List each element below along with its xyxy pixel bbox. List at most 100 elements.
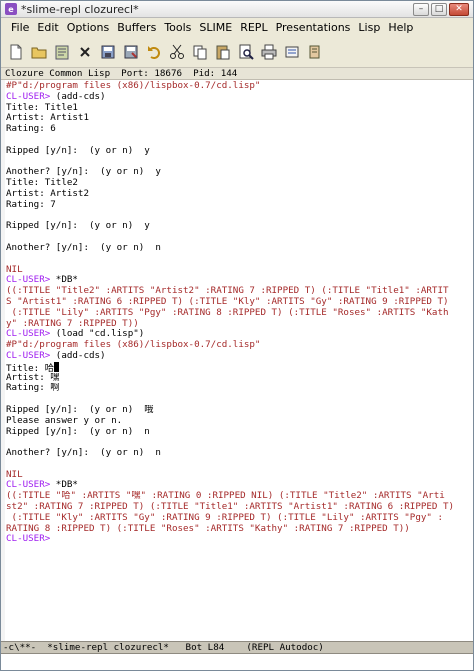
repl-line: Another? [y/n]: (y or n) y	[6, 167, 472, 178]
repl-line: st2" :RATING 7 :RIPPED T) (:TITLE "Title…	[6, 502, 472, 513]
menu-presentations[interactable]: Presentations	[272, 21, 355, 34]
open-folder-icon[interactable]	[29, 42, 49, 62]
repl-input: Please answer y or n.	[6, 415, 123, 426]
undo-icon[interactable]	[144, 42, 164, 62]
menu-lisp[interactable]: Lisp	[354, 21, 384, 34]
repl-input: Ripped [y/n]: (y or n) y	[6, 145, 150, 156]
repl-input: Ripped [y/n]: (y or n) 哦	[6, 404, 154, 415]
text-cursor	[53, 361, 59, 372]
repl-prompt: CL-USER>	[6, 91, 56, 102]
repl-line: CL-USER>	[6, 534, 472, 545]
repl-line	[6, 211, 472, 222]
repl-line: #P"d:/program files (x86)/lispbox-0.7/cd…	[6, 340, 472, 351]
repl-line: y" :RATING 7 :RIPPED T))	[6, 319, 472, 330]
repl-line	[6, 459, 472, 470]
repl-output: y" :RATING 7 :RIPPED T))	[6, 318, 139, 329]
repl-prompt: CL-USER>	[6, 329, 56, 340]
repl-input: Another? [y/n]: (y or n) n	[6, 448, 161, 459]
repl-input: *DB*	[55, 275, 78, 286]
minibuffer[interactable]	[1, 654, 473, 670]
menu-tools[interactable]: Tools	[160, 21, 195, 34]
left-fringe	[1, 80, 5, 641]
repl-line: Rating: 7	[6, 200, 472, 211]
window-title: *slime-repl clozurecl*	[21, 2, 139, 16]
repl-line: CL-USER> *DB*	[6, 480, 472, 491]
repl-line: Title: 哈	[6, 361, 472, 373]
minimize-button[interactable]: –	[413, 3, 429, 16]
repl-line: CL-USER> (add-cds)	[6, 351, 472, 362]
menu-file[interactable]: File	[7, 21, 33, 34]
save-as-icon[interactable]	[121, 42, 141, 62]
repl-line: S "Artist1" :RATING 6 :RIPPED T) (:TITLE…	[6, 297, 472, 308]
repl-line: CL-USER> (load "cd.lisp")	[6, 329, 472, 340]
repl-output: (:TITLE "Kly" :ARTITS "Gy" :RATING 9 :RI…	[6, 512, 443, 523]
toolbar	[1, 36, 473, 68]
repl-output: #P"d:/program files (x86)/lispbox-0.7/cd…	[6, 81, 261, 91]
repl-line: (:TITLE "Kly" :ARTITS "Gy" :RATING 9 :RI…	[6, 513, 472, 524]
repl-text[interactable]: #P"d:/program files (x86)/lispbox-0.7/cd…	[6, 81, 472, 545]
repl-input: Title: 哈	[6, 362, 54, 373]
repl-output: NIL	[6, 264, 23, 275]
new-file-icon[interactable]	[6, 42, 26, 62]
repl-input: Another? [y/n]: (y or n) n	[6, 242, 161, 253]
repl-line	[6, 254, 472, 265]
repl-line: #P"d:/program files (x86)/lispbox-0.7/cd…	[6, 81, 472, 92]
repl-line: Please answer y or n.	[6, 416, 472, 427]
save-icon[interactable]	[98, 42, 118, 62]
repl-input: (load "cd.lisp")	[55, 329, 145, 340]
repl-output: ((:TITLE "Title2" :ARTITS "Artist2" :RAT…	[6, 286, 449, 297]
repl-input: Artist: 嘿	[6, 372, 60, 383]
menu-options[interactable]: Options	[63, 21, 113, 34]
repl-output: S "Artist1" :RATING 6 :RIPPED T) (:TITLE…	[6, 296, 449, 307]
cut-icon[interactable]	[167, 42, 187, 62]
repl-line: Ripped [y/n]: (y or n) y	[6, 146, 472, 157]
repl-input: Title: Title1	[6, 102, 78, 113]
menu-repl[interactable]: REPL	[236, 21, 271, 34]
repl-input: Artist: Artist2	[6, 188, 89, 199]
help-icon[interactable]	[305, 42, 325, 62]
menu-edit[interactable]: Edit	[33, 21, 62, 34]
repl-line: Another? [y/n]: (y or n) n	[6, 448, 472, 459]
repl-input: Another? [y/n]: (y or n) y	[6, 167, 161, 178]
menu-buffers[interactable]: Buffers	[113, 21, 160, 34]
repl-line: RATING 8 :RIPPED T) (:TITLE "Roses" :ART…	[6, 524, 472, 535]
search-icon[interactable]	[236, 42, 256, 62]
menu-slime[interactable]: SLIME	[195, 21, 236, 34]
repl-line: Artist: Artist2	[6, 189, 472, 200]
repl-line	[6, 157, 472, 168]
mode-line: -c\**- *slime-repl clozurecl* Bot L84 (R…	[1, 641, 473, 654]
print-icon[interactable]	[259, 42, 279, 62]
repl-output: st2" :RATING 7 :RIPPED T) (:TITLE "Title…	[6, 502, 455, 513]
repl-line: Ripped [y/n]: (y or n) n	[6, 427, 472, 438]
repl-line: CL-USER> (add-cds)	[6, 92, 472, 103]
repl-prompt: CL-USER>	[6, 275, 56, 286]
repl-buffer[interactable]: #P"d:/program files (x86)/lispbox-0.7/cd…	[1, 80, 473, 641]
close-icon[interactable]	[75, 42, 95, 62]
repl-line: Title: Title1	[6, 103, 472, 114]
repl-line: Rating: 啊	[6, 383, 472, 394]
copy-icon[interactable]	[190, 42, 210, 62]
repl-line: (:TITLE "Lily" :ARTITS "Pgy" :RATING 8 :…	[6, 308, 472, 319]
menu-help[interactable]: Help	[384, 21, 417, 34]
emacs-window: e *slime-repl clozurecl* – □ ✕ File Edit…	[0, 0, 474, 671]
title-bar[interactable]: e *slime-repl clozurecl* – □ ✕	[1, 1, 473, 18]
maximize-button[interactable]: □	[431, 3, 447, 16]
repl-line: Ripped [y/n]: (y or n) 哦	[6, 405, 472, 416]
repl-line	[6, 135, 472, 146]
repl-line	[6, 232, 472, 243]
close-button[interactable]: ✕	[449, 3, 469, 16]
repl-line: Ripped [y/n]: (y or n) y	[6, 221, 472, 232]
repl-output: (:TITLE "Lily" :ARTITS "Pgy" :RATING 8 :…	[6, 307, 449, 318]
repl-line: CL-USER> *DB*	[6, 275, 472, 286]
repl-line: NIL	[6, 265, 472, 276]
paste-icon[interactable]	[213, 42, 233, 62]
repl-line: Title: Title2	[6, 178, 472, 189]
menu-bar: File Edit Options Buffers Tools SLIME RE…	[1, 18, 473, 36]
repl-line: ((:TITLE "哈" :ARTITS "嘿" :RATING 0 :RIPP…	[6, 491, 472, 502]
preferences-icon[interactable]	[282, 42, 302, 62]
repl-input: Artist: Artist1	[6, 113, 89, 124]
repl-input: Rating: 啊	[6, 383, 60, 394]
repl-line: Rating: 6	[6, 124, 472, 135]
repl-input: *DB*	[55, 480, 78, 491]
open-dired-icon[interactable]	[52, 42, 72, 62]
